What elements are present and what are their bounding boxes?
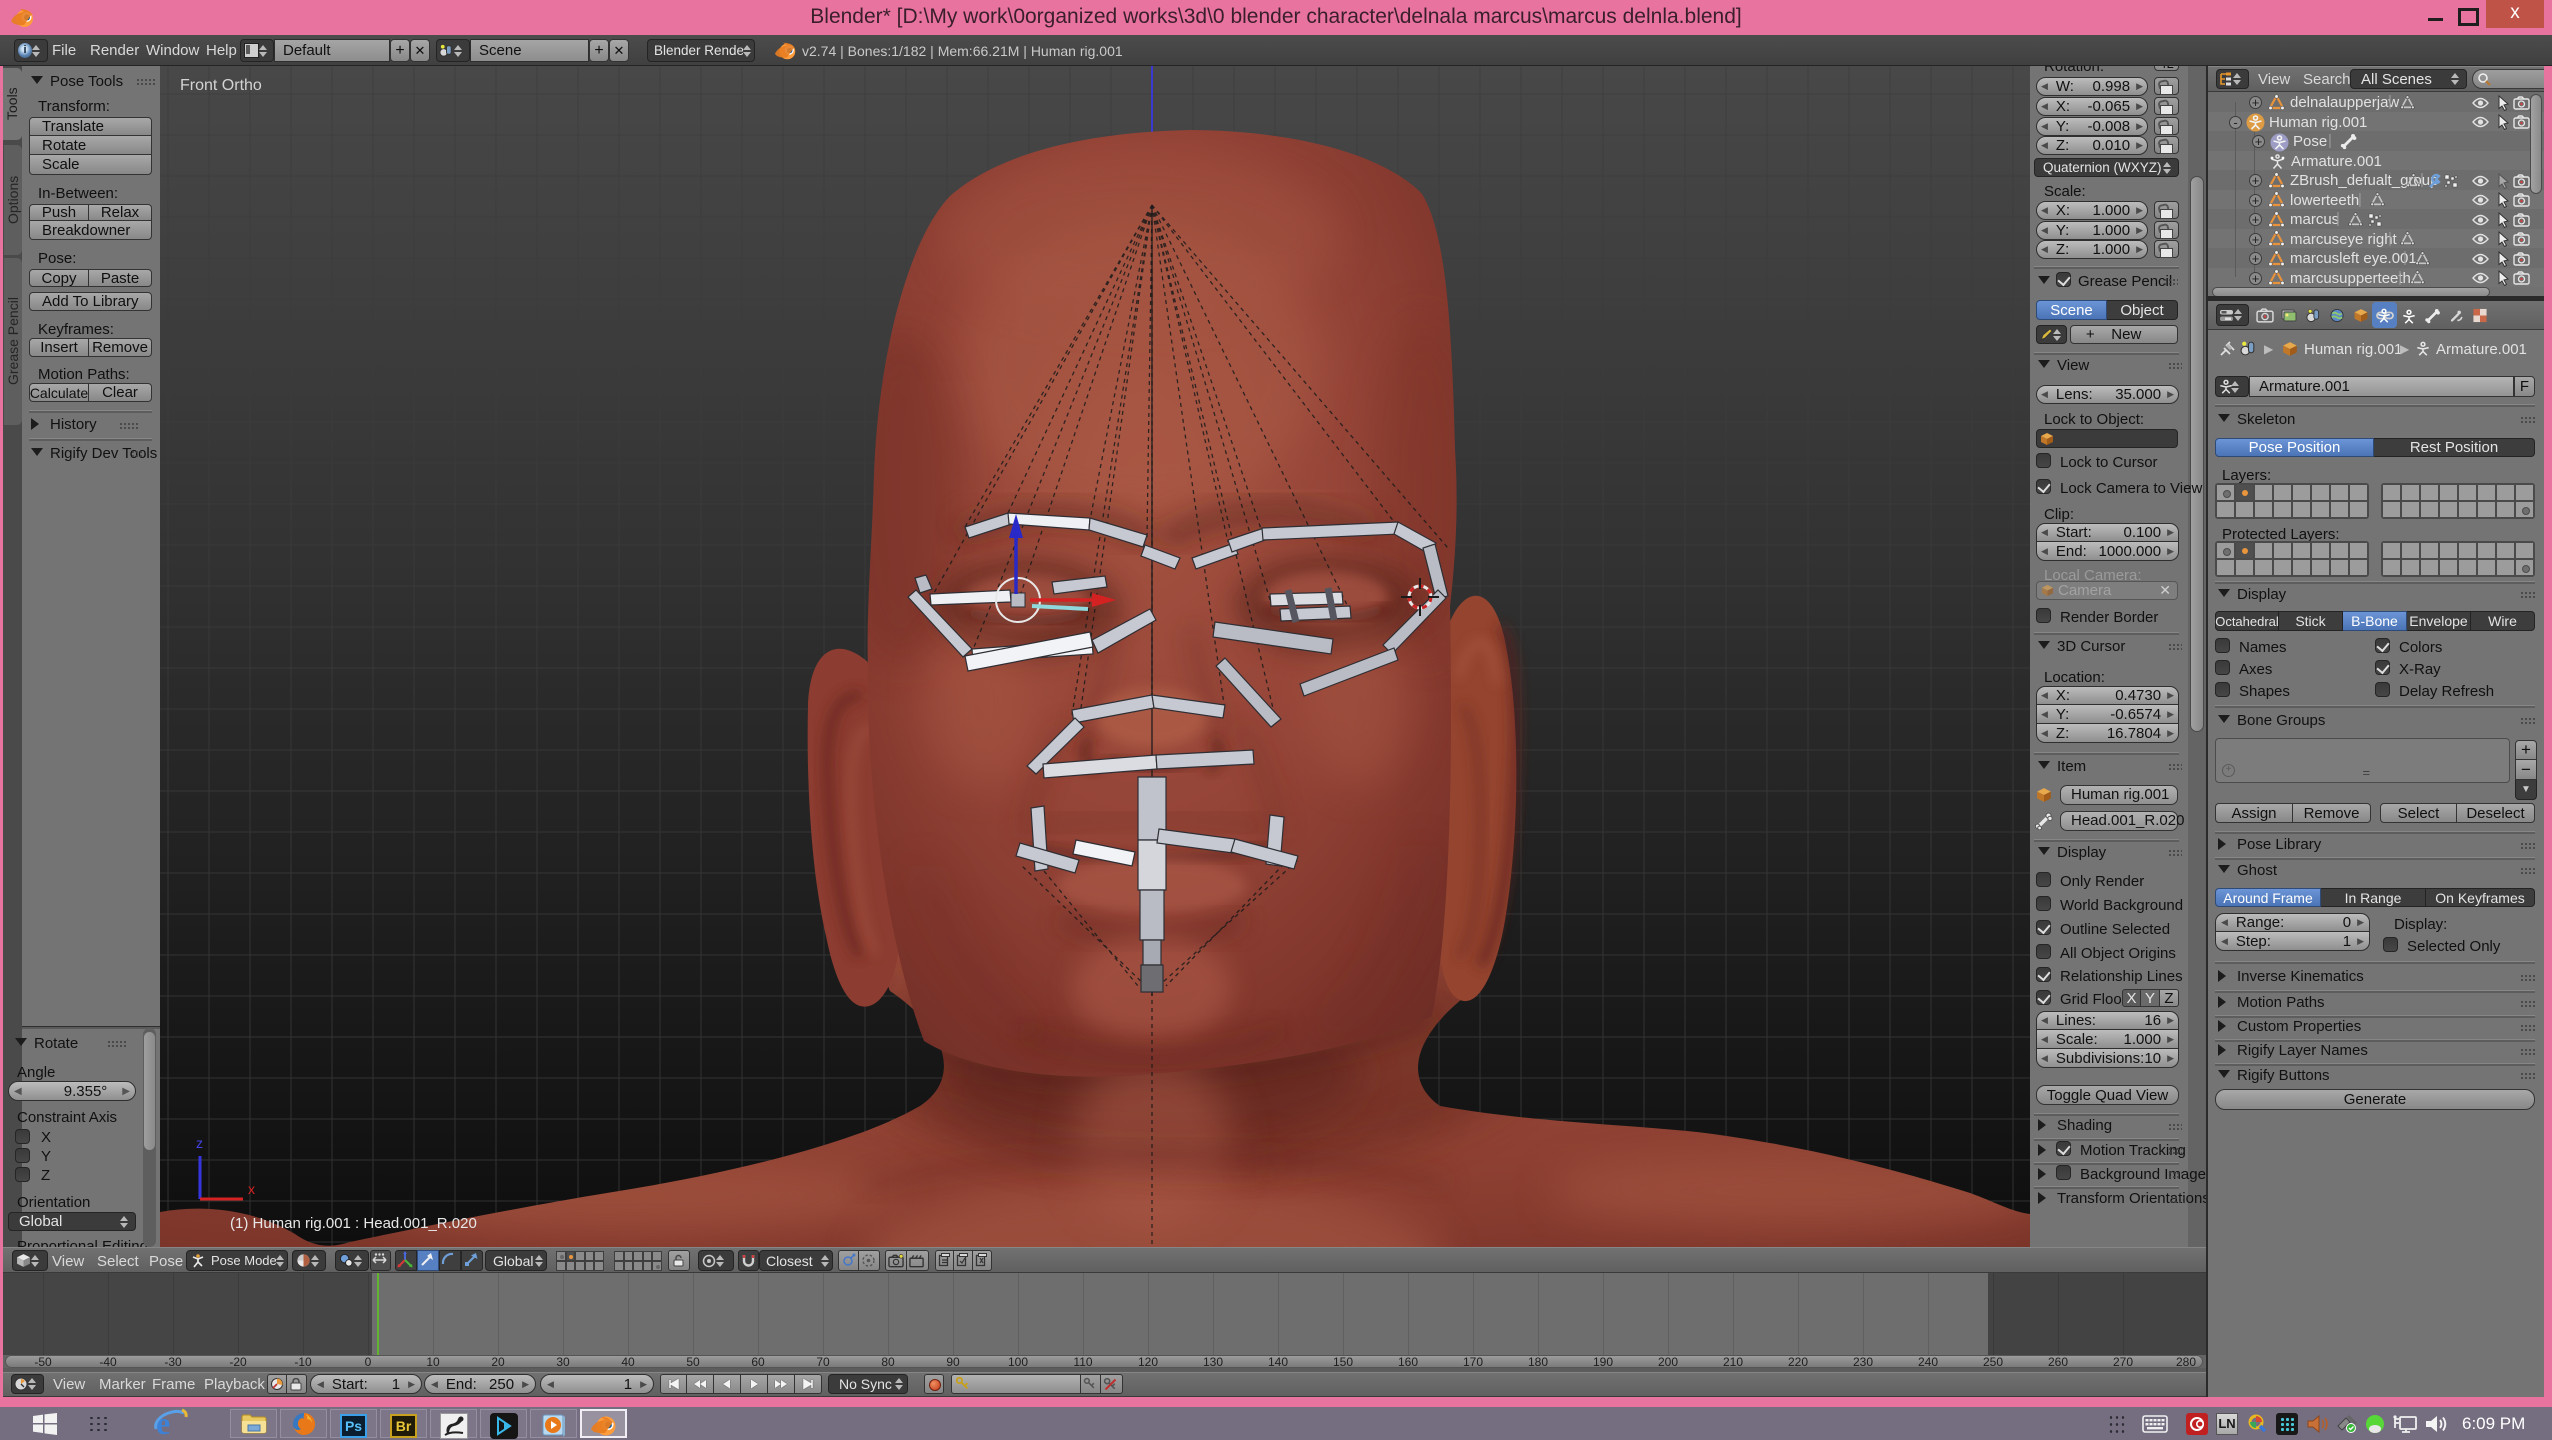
svg-text:z: z <box>196 1135 203 1151</box>
svg-text:x: x <box>248 1181 255 1197</box>
svg-text:(1) Human rig.001 : Head.001_R: (1) Human rig.001 : Head.001_R.020 <box>230 1215 477 1232</box>
svg-text:Front Ortho: Front Ortho <box>180 77 262 94</box>
